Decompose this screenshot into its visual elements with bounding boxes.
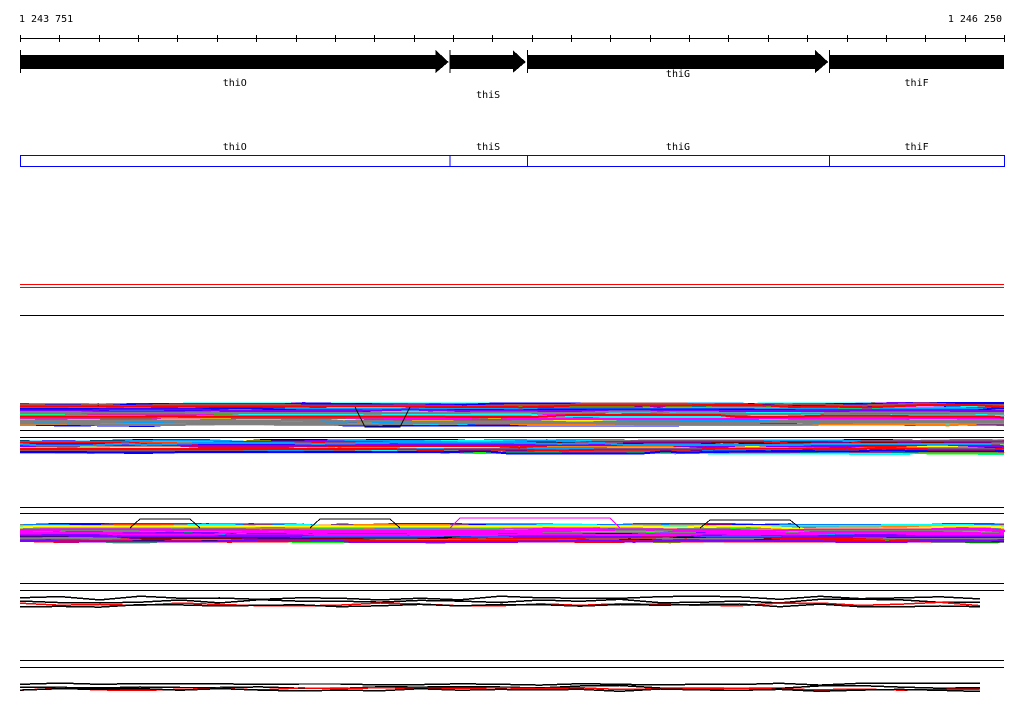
conservation-line bbox=[19, 682, 981, 686]
gene-box-thiF bbox=[829, 155, 1006, 167]
gene-box-label: thiO bbox=[222, 142, 247, 153]
gene-box-label: thiF bbox=[904, 142, 929, 153]
genome-browser-canvas bbox=[19, 35, 1006, 693]
gene-box-thiG bbox=[526, 155, 831, 167]
gene-arrows-track bbox=[20, 50, 1004, 73]
coordinate-ruler bbox=[20, 35, 1005, 42]
gene-arrow-label: thiS bbox=[476, 90, 501, 101]
gene-arrow-label: thiO bbox=[222, 78, 247, 89]
gene-box-thiS bbox=[449, 155, 528, 167]
gene-arrow-thiS bbox=[449, 50, 526, 73]
alignment-tracks bbox=[19, 284, 1005, 693]
gene-boxes-track bbox=[20, 155, 1006, 167]
gene-arrow-label: thiG bbox=[665, 69, 691, 80]
gene-box-label: thiG bbox=[665, 142, 691, 153]
gene-box-label: thiS bbox=[476, 142, 501, 153]
conservation-line bbox=[19, 598, 981, 604]
gene-box-thiO bbox=[20, 155, 451, 167]
gene-arrow-label: thiF bbox=[904, 78, 929, 89]
gene-arrow-thiO bbox=[20, 50, 449, 73]
gene-arrow-thiF bbox=[829, 55, 1004, 69]
